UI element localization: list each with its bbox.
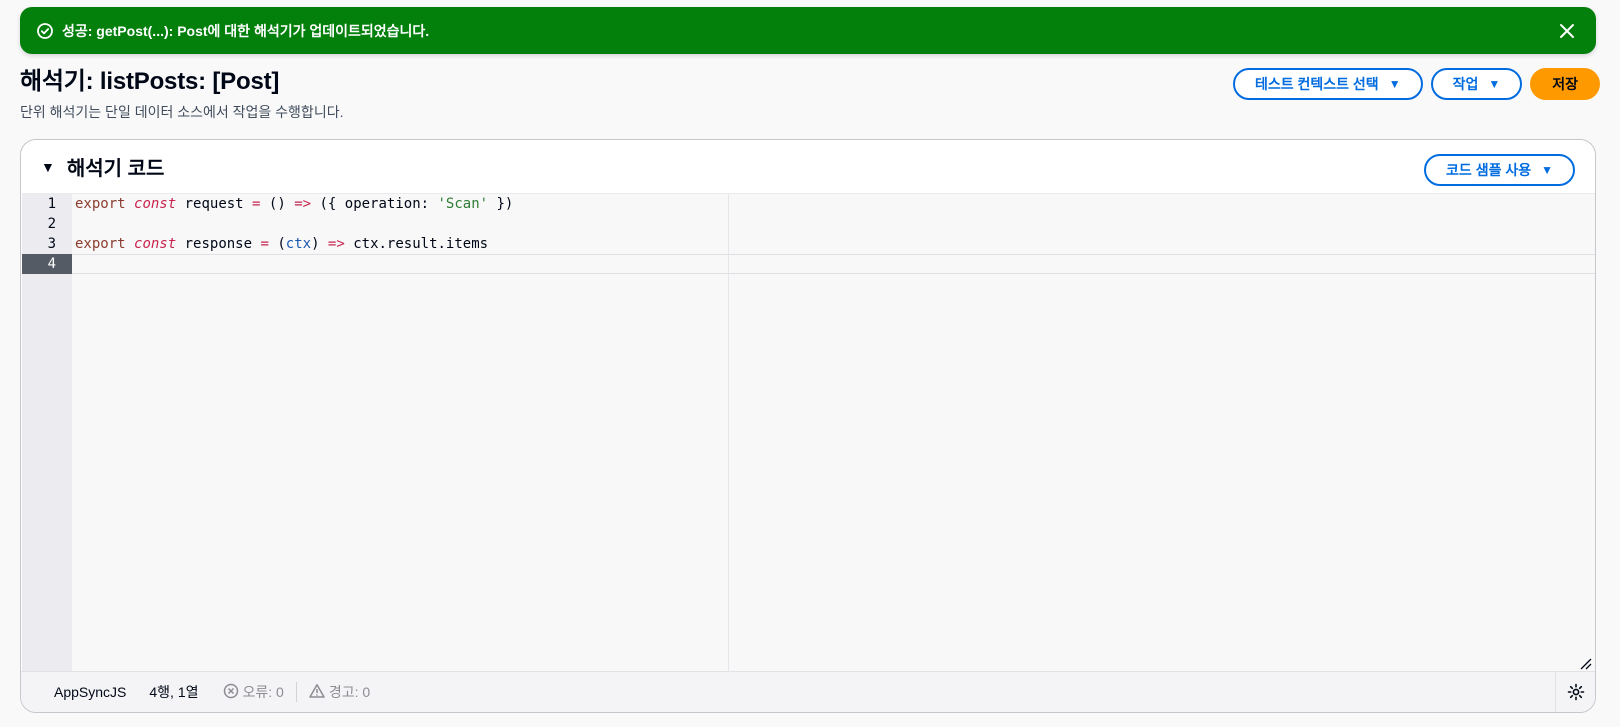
test-context-label: 테스트 컨텍스트 선택: [1254, 76, 1379, 92]
code-sample-button[interactable]: 코드 샘플 사용 ▼: [1424, 154, 1575, 186]
gear-icon[interactable]: [1555, 672, 1595, 712]
container-header: ▼ 해석기 코드 코드 샘플 사용 ▼: [21, 140, 1595, 193]
section-title: 해석기 코드: [66, 158, 165, 180]
line-number: 2: [47, 216, 56, 232]
test-context-button[interactable]: 테스트 컨텍스트 선택 ▼: [1232, 68, 1423, 100]
line-number: 3: [47, 236, 56, 252]
code-line-active[interactable]: [72, 254, 1595, 274]
page-header: 해석기: listPosts: [Post] 단위 해석기는 단일 데이터 소스…: [20, 66, 1600, 126]
check-circle-icon: [37, 22, 55, 40]
cursor-position: 4행, 1열: [149, 684, 199, 700]
success-flashbar: 성공: getPost(...): Post에 대한 해석기가 업데이트되었습니…: [20, 7, 1596, 54]
line-number-active: 4: [22, 254, 72, 274]
close-icon[interactable]: [1555, 19, 1579, 43]
code-lines[interactable]: export const request = () => ({ operatio…: [72, 194, 1595, 274]
warning-count-label: 경고: 0: [328, 684, 371, 700]
flash-message: 성공: getPost(...): Post에 대한 해석기가 업데이트되었습니…: [62, 22, 430, 39]
expand-caret-icon[interactable]: ▼: [41, 159, 55, 175]
warning-triangle-icon: [309, 683, 325, 702]
actions-label: 작업: [1452, 76, 1479, 92]
warning-count[interactable]: 경고: 0: [309, 682, 370, 702]
resize-handle-icon[interactable]: [1580, 658, 1592, 670]
code-editor[interactable]: 1 2 3 4 export const request = () => ({ …: [22, 193, 1595, 673]
divider: [295, 682, 297, 702]
error-circle-icon: [223, 683, 239, 702]
error-count[interactable]: 오류: 0: [223, 682, 284, 702]
caret-down-icon: ▼: [1388, 77, 1401, 91]
resolver-code-container: ▼ 해석기 코드 코드 샘플 사용 ▼ 1 2 3 4 export const…: [20, 139, 1596, 713]
error-count-label: 오류: 0: [242, 684, 284, 700]
code-line[interactable]: export const response = (ctx) => ctx.res…: [72, 234, 1595, 254]
save-label: 저장: [1552, 76, 1578, 92]
page-description: 단위 해석기는 단일 데이터 소스에서 작업을 수행합니다.: [20, 104, 344, 120]
code-line[interactable]: [72, 214, 1595, 234]
save-button[interactable]: 저장: [1530, 68, 1600, 100]
language-label: AppSyncJS: [54, 684, 127, 700]
line-number: 1: [47, 196, 56, 212]
header-actions: 테스트 컨텍스트 선택 ▼ 작업 ▼ 저장: [1232, 68, 1600, 100]
editor-status-bar: AppSyncJS 4행, 1열 오류: 0 경고: 0: [21, 671, 1595, 712]
actions-button[interactable]: 작업 ▼: [1430, 68, 1523, 100]
line-number-gutter: 1 2 3 4: [22, 194, 72, 673]
code-sample-label: 코드 샘플 사용: [1446, 162, 1532, 178]
caret-down-icon: ▼: [1488, 77, 1501, 91]
code-line[interactable]: export const request = () => ({ operatio…: [72, 194, 1595, 214]
caret-down-icon: ▼: [1541, 163, 1553, 177]
